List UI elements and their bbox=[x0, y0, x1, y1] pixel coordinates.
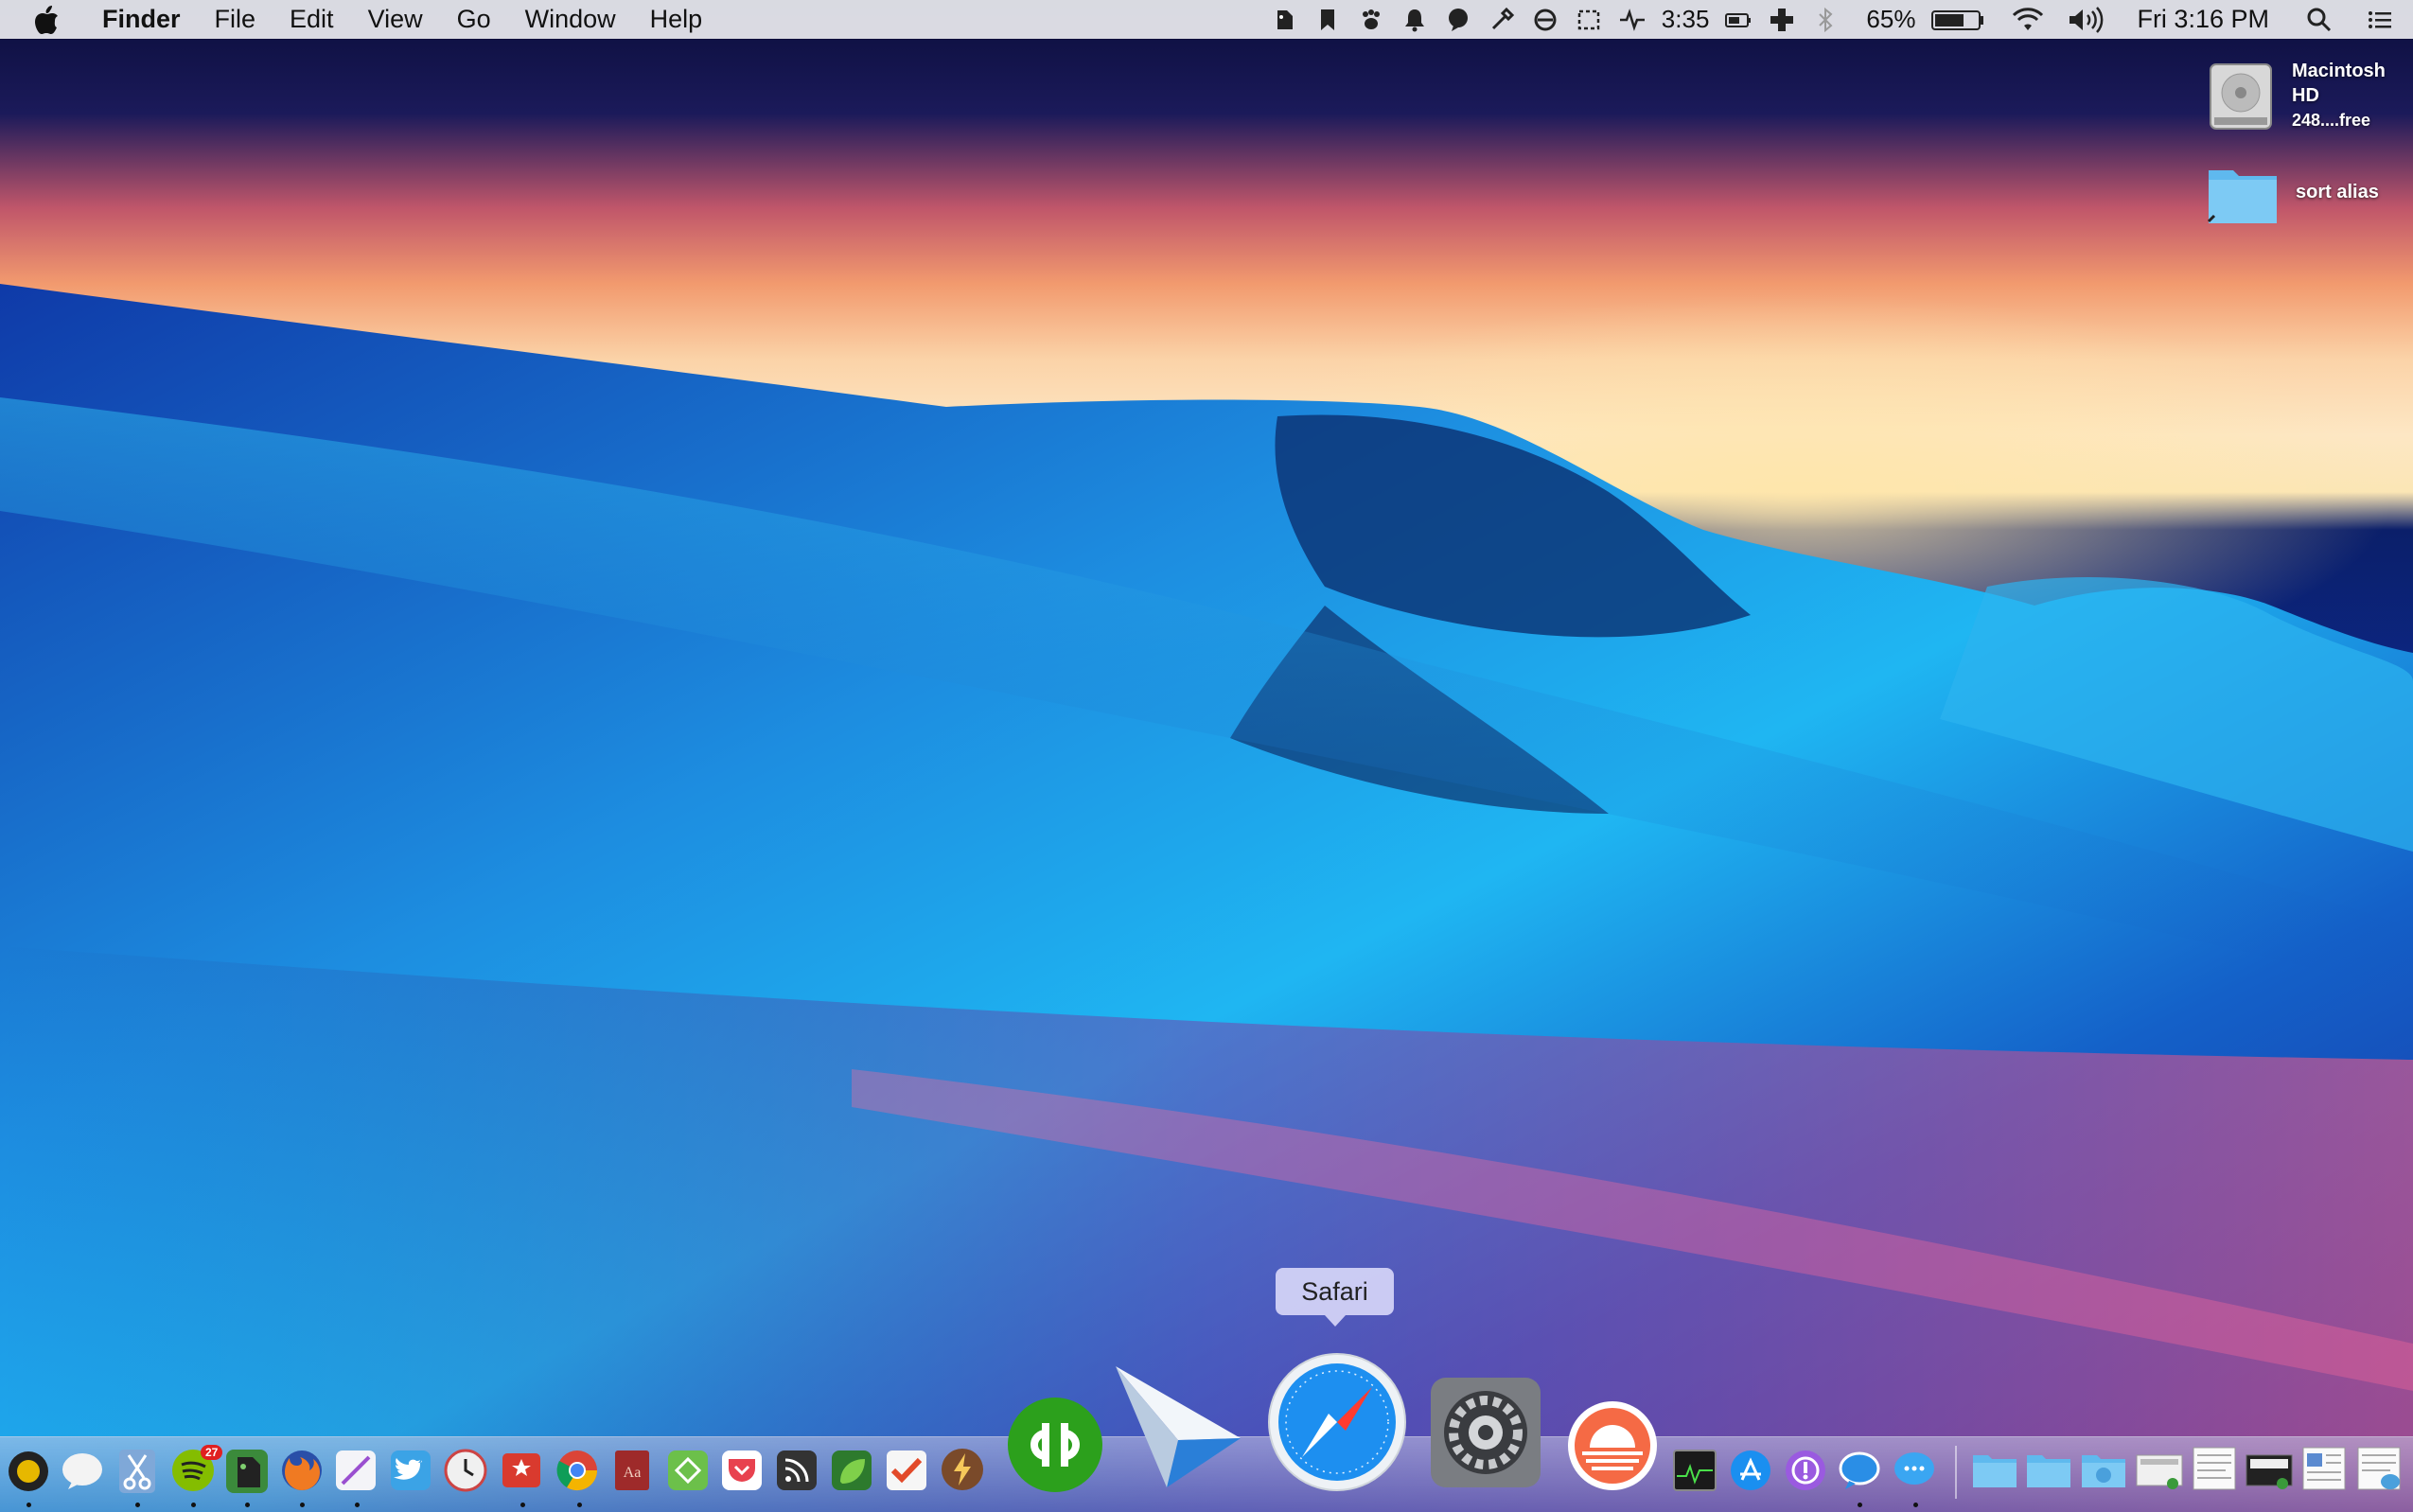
twitter-icon[interactable] bbox=[388, 1448, 433, 1493]
hard-drive-icon bbox=[2210, 63, 2272, 130]
folder-icon[interactable] bbox=[1971, 1450, 2018, 1491]
activity-monitor-icon[interactable] bbox=[1671, 1448, 1718, 1493]
volume-icon[interactable] bbox=[2067, 0, 2108, 39]
rss-icon[interactable] bbox=[774, 1448, 819, 1493]
selection-icon[interactable] bbox=[1575, 0, 1603, 39]
leaf-icon[interactable] bbox=[829, 1448, 874, 1493]
app-store-icon[interactable] bbox=[1728, 1448, 1773, 1493]
scissors-icon[interactable] bbox=[115, 1448, 159, 1495]
desktop-item-label: Macintosh HD bbox=[2292, 61, 2386, 106]
document-icon[interactable] bbox=[2190, 1446, 2239, 1493]
circle-slash-icon[interactable] bbox=[1531, 0, 1559, 39]
wifi-icon[interactable] bbox=[2010, 0, 2046, 39]
dictionary-icon[interactable]: Aa bbox=[610, 1448, 654, 1493]
menu-go[interactable]: Go bbox=[440, 0, 508, 39]
preview-icon[interactable] bbox=[2354, 1446, 2404, 1493]
desktop: Finder File Edit View Go Window Help 3:3… bbox=[0, 0, 2413, 1512]
pen-icon[interactable] bbox=[333, 1448, 379, 1493]
safari-icon[interactable] bbox=[1266, 1351, 1408, 1493]
apple-logo-icon[interactable] bbox=[32, 4, 61, 36]
airmail-icon[interactable] bbox=[499, 1448, 544, 1493]
terminal-icon[interactable] bbox=[2245, 1450, 2294, 1493]
paw-icon[interactable] bbox=[1357, 0, 1385, 39]
desktop-item-sort-alias[interactable]: sort alias bbox=[2207, 161, 2379, 227]
app-name-menu[interactable]: Finder bbox=[85, 0, 198, 39]
menu-bar: Finder File Edit View Go Window Help 3:3… bbox=[0, 0, 2413, 39]
pocket-icon[interactable] bbox=[719, 1448, 765, 1493]
desktop-item-label: sort alias bbox=[2296, 182, 2379, 202]
sparrow-mail-icon[interactable] bbox=[1112, 1363, 1244, 1495]
evernote-icon[interactable] bbox=[224, 1448, 270, 1495]
battery-small-icon[interactable] bbox=[1724, 0, 1753, 39]
spotify-badge: 27 bbox=[201, 1445, 223, 1460]
podcast-icon[interactable] bbox=[1783, 1448, 1828, 1493]
downloads-icon[interactable] bbox=[2080, 1450, 2127, 1491]
folder-icon[interactable] bbox=[2025, 1450, 2072, 1491]
menu-window[interactable]: Window bbox=[508, 0, 633, 39]
messages-icon[interactable] bbox=[1891, 1448, 1938, 1493]
menu-help[interactable]: Help bbox=[633, 0, 720, 39]
menu-file[interactable]: File bbox=[198, 0, 273, 39]
desktop-item-macintosh-hd[interactable]: Macintosh HD 248....free bbox=[2207, 59, 2405, 132]
svg-text:Aa: Aa bbox=[624, 1465, 642, 1481]
quickbooks-icon[interactable] bbox=[1005, 1395, 1105, 1495]
messages-bubble-icon[interactable] bbox=[1836, 1448, 1883, 1493]
notification-center-icon[interactable] bbox=[2366, 0, 2394, 39]
evernote-icon[interactable] bbox=[1270, 0, 1298, 39]
bluetooth-icon[interactable] bbox=[1811, 0, 1840, 39]
checkmark-icon[interactable] bbox=[884, 1448, 929, 1493]
plus-icon[interactable] bbox=[1768, 0, 1796, 39]
bookmark-icon[interactable] bbox=[1313, 0, 1342, 39]
reeder-icon[interactable] bbox=[939, 1446, 986, 1493]
clock-icon[interactable] bbox=[443, 1448, 488, 1493]
firefox-icon[interactable] bbox=[279, 1448, 325, 1493]
feedly-icon[interactable] bbox=[665, 1448, 711, 1493]
battery-percent[interactable]: 65% bbox=[1866, 0, 1915, 39]
folder-alias-icon bbox=[2207, 170, 2277, 223]
menu-edit[interactable]: Edit bbox=[273, 0, 351, 39]
activity-time[interactable]: 3:35 bbox=[1662, 0, 1710, 39]
spotlight-search-icon[interactable] bbox=[2305, 0, 2334, 39]
menu-view[interactable]: View bbox=[351, 0, 440, 39]
document-icon[interactable] bbox=[2299, 1446, 2349, 1493]
bell-icon[interactable] bbox=[1400, 0, 1429, 39]
desktop-item-sublabel: 248....free bbox=[2292, 111, 2371, 130]
tools-icon[interactable] bbox=[1488, 0, 1516, 39]
battery-icon[interactable] bbox=[1930, 0, 1985, 39]
clock[interactable]: Fri 3:16 PM bbox=[2137, 0, 2269, 39]
dock-tooltip: Safari bbox=[1276, 1268, 1394, 1327]
screenshot-icon[interactable] bbox=[2135, 1450, 2184, 1493]
sunrise-icon[interactable] bbox=[1565, 1398, 1660, 1493]
activity-icon[interactable] bbox=[1618, 0, 1647, 39]
chrome-icon[interactable] bbox=[555, 1448, 600, 1493]
chat-bubble-icon[interactable] bbox=[61, 1450, 104, 1493]
wave-wallpaper bbox=[0, 284, 2413, 1512]
speech-bubble-icon[interactable] bbox=[1444, 0, 1472, 39]
dock-app-1-icon[interactable] bbox=[7, 1450, 50, 1493]
dock-separator bbox=[1955, 1446, 1957, 1499]
system-preferences-icon[interactable] bbox=[1427, 1374, 1544, 1491]
